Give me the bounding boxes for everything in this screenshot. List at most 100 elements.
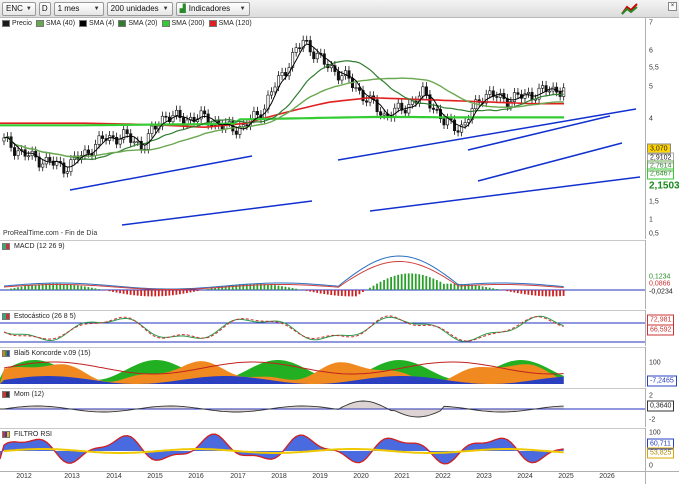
candle-body [365, 100, 369, 103]
macd-bar [428, 277, 431, 290]
macd-bar [143, 290, 146, 297]
trend-line-upper-3[interactable] [467, 115, 611, 151]
stochastic-tag: 66,592 [647, 324, 675, 336]
stochastic-axis[interactable]: 72,981 66,592 [645, 310, 679, 346]
candle-body [48, 157, 52, 162]
candle-body [305, 39, 309, 42]
macd-bar [150, 290, 153, 297]
macd-bar [182, 290, 185, 294]
trend-line-lower-2[interactable] [369, 176, 641, 212]
trend-line-lower-1[interactable] [121, 200, 313, 226]
price-panel[interactable]: Precio SMA (40) SMA (4) SMA (20) SMA (200) SM… [0, 18, 645, 239]
y-tick: 1 [649, 216, 653, 224]
trend-line-upper-1[interactable] [69, 155, 253, 191]
candle-body [136, 140, 140, 143]
momentum-panel[interactable]: Mom (12) [0, 388, 645, 427]
macd-bar [509, 290, 512, 292]
macd-bar [333, 290, 336, 296]
candle-body [86, 149, 90, 154]
macd-bar [186, 290, 188, 294]
macd-bar [481, 286, 484, 290]
macd-bar [358, 290, 361, 295]
filtro-rsi-tag: 53,825 [647, 447, 675, 459]
macd-bar [73, 284, 76, 290]
macd-bar [485, 287, 488, 290]
filtro-rsi-axis[interactable]: 100 60,711 53,825 0 [645, 428, 679, 471]
legend-label: Precio [12, 20, 32, 27]
x-tick-label: 2018 [271, 473, 287, 480]
trend-line-lower-3[interactable] [477, 142, 623, 182]
sma-120-line [0, 96, 564, 129]
d-button[interactable]: D [38, 1, 51, 16]
x-tick-label: 2025 [558, 473, 574, 480]
macd-panel[interactable]: MACD (12 26 9) [0, 240, 645, 309]
filtro-rsi-swatch [2, 431, 10, 438]
candle-body [174, 109, 178, 116]
macd-bar [17, 287, 19, 290]
y-tick: 2 [649, 392, 653, 400]
sma-4-line [3, 43, 564, 168]
x-tick-label: 2022 [435, 473, 451, 480]
stochastic-legend: Estocástico (26 8 5) [2, 313, 76, 320]
macd-bar [27, 285, 30, 290]
macd-bar [115, 290, 118, 293]
koncorde-panel[interactable]: Blai5 Koncorde v.09 (15) [0, 347, 645, 387]
macd-bar [326, 290, 329, 295]
macd-swatch [2, 243, 10, 250]
candle-body [403, 109, 407, 114]
close-icon[interactable]: × [668, 2, 677, 11]
legend-item[interactable]: SMA (20) [118, 20, 158, 27]
candle-body [203, 110, 207, 115]
prorealtime-window: ENC ▼ D 1 mes ▼ 200 unidades ▼ ▟ Indicad… [0, 0, 679, 484]
macd-tag: -0,0234 [649, 288, 673, 296]
y-tick: 100 [649, 429, 661, 437]
candle-body [446, 118, 450, 126]
legend-item[interactable]: SMA (40) [35, 20, 75, 27]
momentum-swatch [2, 391, 10, 398]
macd-bar [298, 289, 301, 290]
macd-bar [164, 290, 167, 296]
macd-bar [13, 287, 16, 290]
momentum-chart [0, 400, 645, 418]
y-tick: -2 [649, 416, 656, 424]
candle-body [111, 135, 115, 138]
macd-bar [390, 276, 392, 290]
indicators-button[interactable]: ▟ Indicadores ▼ [175, 1, 250, 16]
macd-bar [411, 273, 414, 290]
legend-item[interactable]: SMA (120) [208, 20, 252, 27]
period-select[interactable]: 1 mes ▼ [53, 1, 104, 16]
filtro-rsi-panel[interactable]: FILTRO RSI [0, 428, 645, 471]
macd-bar [309, 290, 312, 292]
koncorde-legend: Blai5 Koncorde v.09 (15) [2, 350, 91, 357]
stochastic-panel[interactable]: Estocástico (26 8 5) [0, 310, 645, 346]
candle-body [526, 91, 530, 94]
macd-bar [83, 286, 86, 290]
candle-body [129, 133, 133, 143]
legend-item[interactable]: SMA (200) [161, 20, 205, 27]
candle-body [354, 87, 358, 89]
macd-bar [94, 288, 97, 290]
macd-bar [393, 275, 396, 290]
macd-bar [552, 290, 554, 297]
macd-bar [432, 278, 435, 290]
y-tick: 100 [649, 359, 661, 367]
y-tick: 0 [649, 462, 653, 470]
koncorde-axis[interactable]: 100 -7,2465 [645, 347, 679, 387]
candle-body [336, 71, 340, 81]
candle-body [118, 138, 122, 145]
x-tick-label: 2013 [64, 473, 80, 480]
price-axis[interactable]: 7 6 5,5 5 4 3,070 2,9102 2,7614 2,6467 3… [645, 18, 679, 239]
macd-axis[interactable]: 0,1234 0,0866 -0,0234 [645, 240, 679, 309]
ticker-select[interactable]: ENC ▼ [2, 1, 36, 16]
candle-body [442, 118, 446, 126]
time-axis[interactable]: 2012 2013 2014 2015 2016 2017 2018 2019 2020 2021… [0, 471, 645, 484]
candle-body [69, 159, 73, 172]
momentum-axis[interactable]: 2 0,3640 -2 [645, 388, 679, 427]
macd-bar [210, 288, 213, 290]
legend-item[interactable]: Precio [2, 20, 32, 27]
y-tick: 6 [649, 47, 653, 55]
units-select[interactable]: 200 unidades ▼ [106, 1, 173, 16]
candle-body [516, 92, 520, 95]
macd-bar [407, 273, 410, 290]
legend-item[interactable]: SMA (4) [79, 20, 114, 27]
